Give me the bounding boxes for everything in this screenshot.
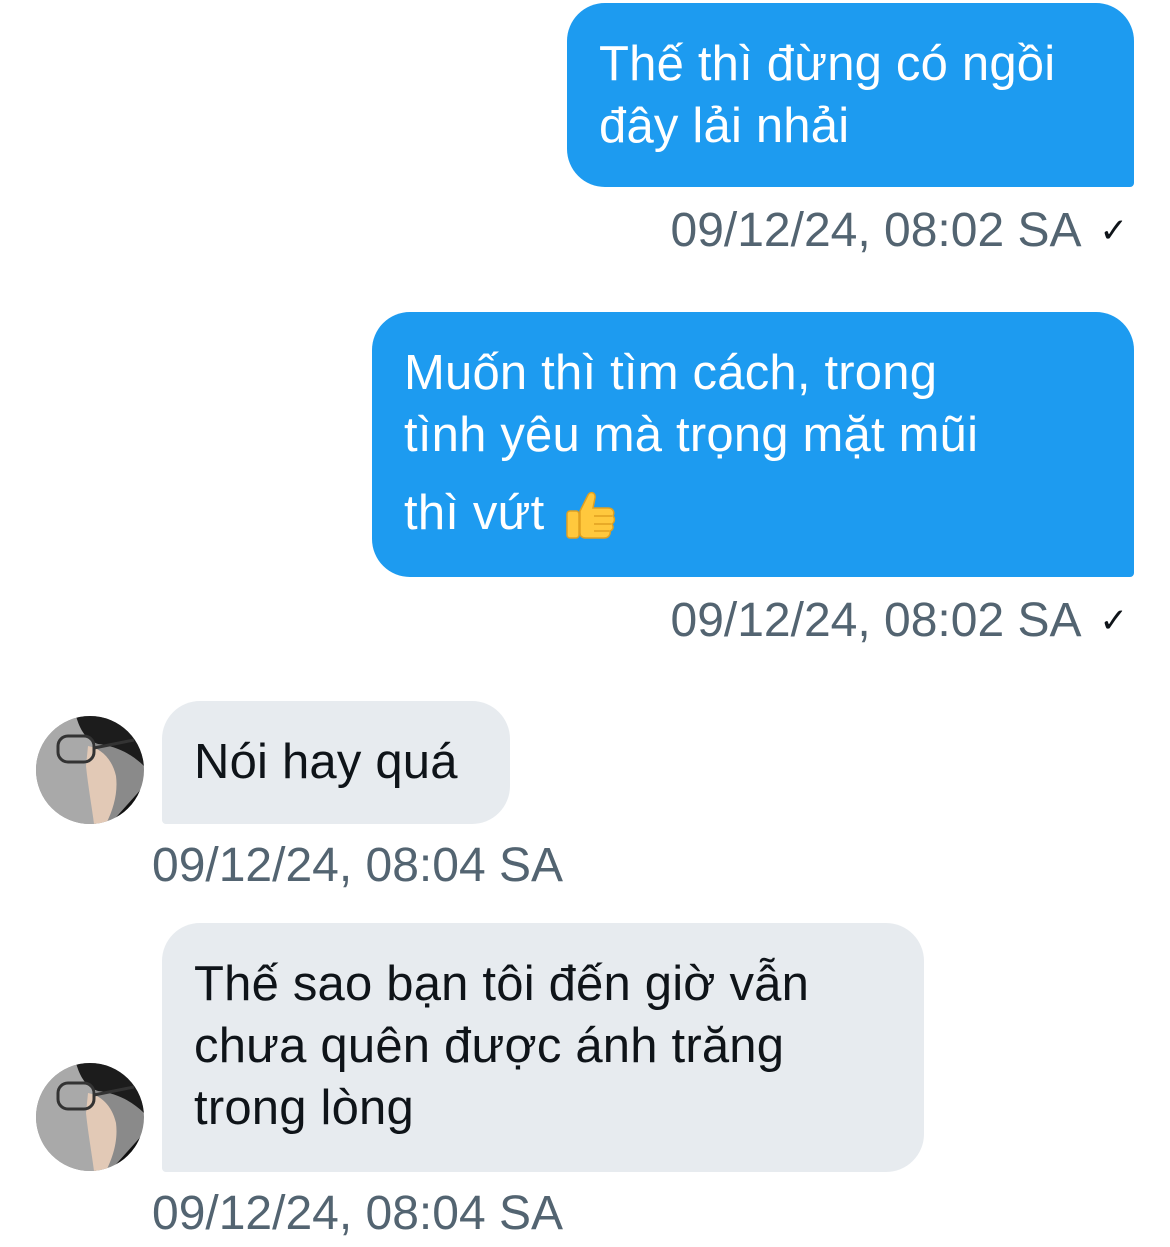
message-text-line: Muốn thì tìm cách, trong [404, 346, 938, 400]
message-timestamp: 09/12/24, 08:04 SA [152, 838, 563, 894]
message-text-line: thì vứt [404, 486, 545, 540]
message-bubble-outgoing[interactable]: Muốn thì tìm cách, trong tình yêu mà trọ… [372, 312, 1134, 577]
avatar-photo [36, 716, 144, 824]
message-text-line: chưa quên được ánh trăng [194, 1019, 785, 1073]
message-text-line: tình yêu mà trọng mặt mũi [404, 408, 979, 462]
message-bubble-incoming[interactable]: Thế sao bạn tôi đến giờ vẫn chưa quên đư… [162, 923, 924, 1172]
message-text-line: trong lòng [194, 1081, 414, 1135]
message-timestamp: 09/12/24, 08:04 SA [152, 1186, 563, 1242]
timestamp-text: 09/12/24, 08:02 SA [670, 594, 1082, 647]
check-icon: ✓ [1099, 212, 1129, 250]
timestamp-text: 09/12/24, 08:04 SA [152, 1187, 563, 1240]
avatar-photo [36, 1063, 144, 1171]
check-icon: ✓ [1099, 602, 1129, 640]
avatar[interactable] [36, 716, 144, 824]
timestamp-text: 09/12/24, 08:04 SA [152, 839, 563, 892]
message-text-line: Thế thì đừng có ngồi [599, 37, 1056, 91]
message-timestamp: 09/12/24, 08:02 SA ✓ [671, 593, 1129, 649]
thumbs-up-icon [566, 491, 616, 539]
avatar[interactable] [36, 1063, 144, 1171]
message-bubble-outgoing[interactable]: Thế thì đừng có ngồi đây lải nhải [567, 3, 1134, 187]
message-bubble-incoming[interactable]: Nói hay quá [162, 701, 510, 824]
message-text-line: Thế sao bạn tôi đến giờ vẫn [194, 957, 810, 1011]
message-text-line: đây lải nhải [599, 99, 850, 153]
message-text-line: Nói hay quá [194, 735, 458, 789]
timestamp-text: 09/12/24, 08:02 SA [670, 204, 1082, 257]
message-timestamp: 09/12/24, 08:02 SA ✓ [671, 203, 1129, 259]
